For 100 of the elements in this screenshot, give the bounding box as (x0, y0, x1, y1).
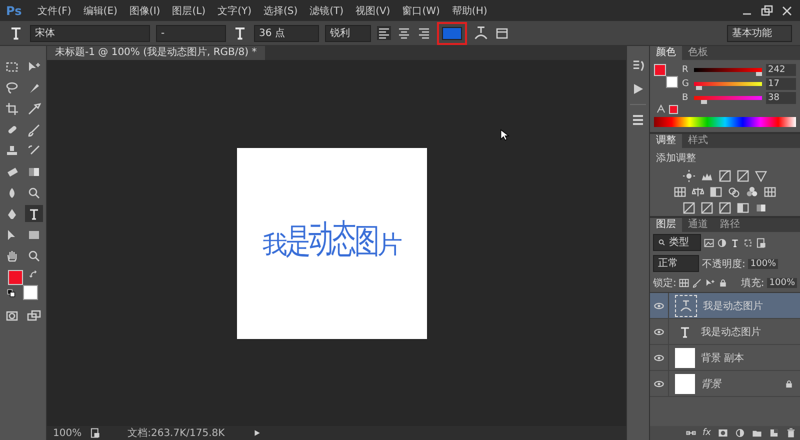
triangle-icon[interactable] (755, 170, 767, 182)
menu-item[interactable]: 窗口(W) (396, 4, 446, 18)
fx-button[interactable]: fx (702, 428, 711, 438)
diagonal-square-icon[interactable] (701, 202, 713, 214)
adjustment-layer-icon[interactable] (735, 428, 745, 438)
smart-object-filter-icon[interactable] (756, 238, 766, 248)
eyedropper-icon (27, 102, 41, 116)
layer-row[interactable]: 我是动态图片 (650, 319, 800, 345)
link-icon[interactable] (686, 428, 696, 438)
layer-row[interactable]: 背景 副本 (650, 345, 800, 371)
actions-icon[interactable] (631, 82, 645, 96)
menu-item[interactable]: 选择(S) (257, 4, 304, 18)
panel-tab[interactable]: 样式 (682, 134, 714, 148)
align-left-icon[interactable] (377, 26, 391, 40)
shape-filter-icon[interactable] (743, 238, 753, 248)
image-filter-icon[interactable] (704, 238, 714, 248)
new-layer-icon[interactable] (769, 428, 779, 438)
foreground-color-swatch[interactable] (654, 64, 666, 76)
zoom-level: 100% (53, 428, 82, 438)
blend-mode-dropdown[interactable]: 正常 (653, 255, 699, 272)
menu-item[interactable]: 文字(Y) (212, 4, 258, 18)
layer-row[interactable]: 我是动态图片 (650, 293, 800, 319)
opacity-label: 不透明度: (702, 258, 746, 270)
lasso-icon (5, 80, 19, 94)
three-circles-icon[interactable] (746, 186, 758, 198)
panel-tab[interactable]: 通道 (682, 218, 714, 232)
layer-thumbnail (675, 348, 695, 368)
menu-item[interactable]: 视图(V) (350, 4, 396, 18)
text-color-swatch[interactable] (442, 26, 462, 40)
curve-square-icon[interactable] (719, 202, 731, 214)
half-square-icon[interactable] (737, 202, 749, 214)
menu-item[interactable]: 文件(F) (32, 4, 78, 18)
sun-icon[interactable] (683, 170, 695, 182)
foreground-color-swatch[interactable] (8, 270, 23, 285)
menu-item[interactable]: 帮助(H) (446, 4, 494, 18)
layer-name: 背景 (701, 378, 723, 390)
screen-mode-icon[interactable] (27, 308, 41, 322)
font-family-dropdown[interactable]: 宋体 (30, 24, 150, 42)
panel-tab[interactable]: 调整 (650, 134, 682, 148)
curves-icon[interactable] (719, 170, 731, 182)
lock-paint-icon[interactable] (692, 278, 702, 288)
expand-arrow-icon[interactable] (252, 429, 261, 437)
tool-button[interactable] (3, 100, 21, 117)
lock-all-icon[interactable] (718, 278, 728, 288)
mask-icon[interactable] (718, 428, 728, 438)
grid-icon[interactable] (764, 186, 776, 198)
slider-thumb[interactable] (756, 72, 762, 76)
align-right-icon[interactable] (417, 26, 431, 40)
slider-thumb[interactable] (701, 100, 708, 104)
folder-icon[interactable] (752, 428, 762, 438)
menu-item[interactable]: 滤镜(T) (304, 4, 350, 18)
brush-icon (27, 122, 41, 136)
panel-tab[interactable]: 路径 (714, 218, 746, 232)
lock-position-icon[interactable] (705, 278, 716, 288)
grid-icon[interactable] (674, 186, 686, 198)
half-square-icon[interactable] (710, 186, 722, 198)
document-size: 文档:263.7K/175.8K (126, 426, 226, 440)
scales-icon[interactable] (692, 186, 704, 198)
background-color-swatch[interactable] (666, 76, 678, 88)
slider-thumb[interactable] (696, 86, 702, 90)
align-center-icon[interactable] (397, 26, 411, 40)
panel-tab[interactable]: 色板 (682, 46, 714, 60)
quick-mask-icon[interactable] (5, 308, 19, 322)
search-icon (658, 238, 667, 247)
adjustment-filter-icon[interactable] (717, 238, 727, 248)
warp-text-icon[interactable] (473, 25, 489, 41)
filter-dropdown[interactable]: 类型 (653, 234, 701, 251)
menu-item[interactable]: 图层(L) (166, 4, 212, 18)
circles-icon[interactable] (728, 186, 740, 198)
background-color-swatch[interactable] (23, 285, 38, 300)
zoom-icon (27, 248, 41, 262)
color-spectrum[interactable] (654, 117, 796, 127)
panel-tab[interactable]: 颜色 (650, 46, 682, 60)
swap-icon[interactable] (29, 270, 38, 279)
workspace-dropdown[interactable]: 基本功能 (727, 24, 792, 42)
fill-field[interactable]: 100% (767, 278, 797, 288)
font-style-dropdown[interactable]: - (156, 24, 226, 42)
trash-icon[interactable] (786, 428, 796, 438)
menu-item[interactable]: 图像(I) (123, 4, 166, 18)
default-colors-icon[interactable] (7, 289, 16, 298)
layer-row[interactable]: 背景 (650, 371, 800, 397)
channel-value-field[interactable]: 38 (766, 92, 796, 104)
document-tab[interactable]: 未标题-1 @ 100% (我是动态图片, RGB/8) * (47, 46, 265, 60)
panel-tab[interactable]: 图层 (650, 218, 682, 232)
restore-icon[interactable] (760, 4, 774, 18)
gradient-icon[interactable] (755, 202, 767, 214)
close-icon[interactable] (780, 4, 794, 18)
channel-value-field[interactable]: 17 (766, 78, 796, 90)
channel-value-field[interactable]: 242 (766, 64, 796, 76)
antialias-dropdown[interactable]: 锐利 (325, 24, 371, 42)
panel-toggle-icon[interactable] (495, 26, 509, 40)
menu-item[interactable]: 编辑(E) (77, 4, 124, 18)
lock-pixels-icon[interactable] (679, 278, 690, 288)
font-size-dropdown[interactable]: 36 点 (254, 24, 319, 42)
text-filter-icon[interactable] (730, 238, 740, 248)
opacity-field[interactable]: 100% (748, 258, 778, 268)
tool-button[interactable] (25, 205, 43, 222)
properties-icon[interactable] (631, 113, 645, 127)
pen-icon (5, 206, 19, 220)
diagonal-square-icon[interactable] (683, 202, 695, 214)
